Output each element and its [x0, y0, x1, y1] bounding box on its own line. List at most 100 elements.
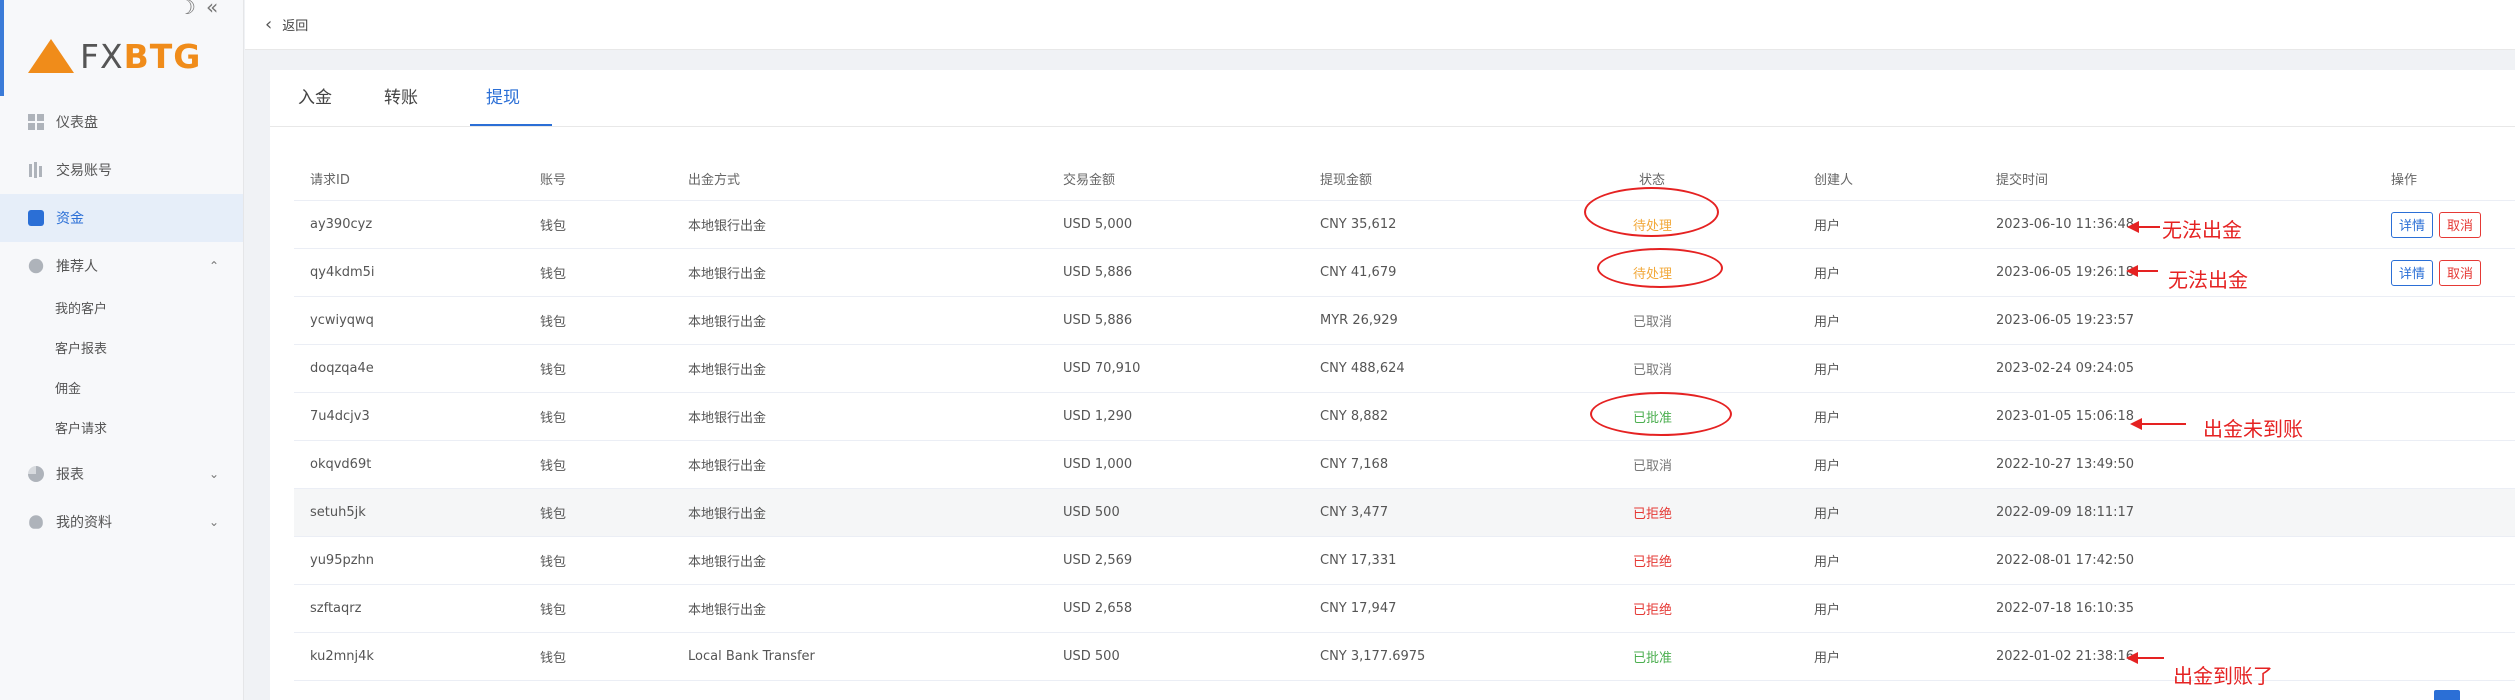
column-header-method[interactable]: 出金方式: [688, 156, 740, 200]
theme-toggle-icon[interactable]: ☽: [178, 0, 196, 17]
cell-submit-time: 2022-08-01 17:42:50: [1996, 553, 2135, 568]
cell-submit-time: 2023-01-05 15:06:18: [1996, 409, 2135, 424]
wallet-icon: [28, 210, 44, 226]
back-button[interactable]: ‹ 返回: [265, 14, 308, 35]
cell-withdraw-amount: CNY 7,168: [1320, 457, 1389, 472]
collapse-sidebar-icon[interactable]: «: [206, 0, 218, 17]
cell-account: 钱包: [540, 363, 567, 378]
cell-creator: 用户: [1814, 219, 1841, 234]
cell-amount: USD 1,290: [1063, 409, 1133, 424]
chevron-up-icon: ⌃: [208, 259, 219, 273]
sidebar-item-funds[interactable]: 资金: [0, 194, 243, 242]
cell-submit-time: 2023-06-05 19:23:57: [1996, 313, 2135, 328]
sidebar-subitem-label: 客户报表: [55, 342, 108, 357]
sidebar-accent-bar: [0, 0, 4, 96]
annotation-arrow-2: [2126, 265, 2158, 277]
cell-status: 已拒绝: [1633, 507, 1673, 522]
cancel-request-button[interactable]: 取消: [2439, 211, 2482, 238]
cell-account: 钱包: [540, 267, 567, 282]
cell-method: 本地银行出金: [688, 267, 767, 282]
tab-bar: 入金 转账 提现: [270, 70, 2515, 127]
chevron-left-icon: ‹: [265, 14, 273, 35]
cell-account: 钱包: [540, 315, 567, 330]
sidebar-subitem-client-requests[interactable]: 客户请求: [55, 420, 107, 440]
cancel-request-button[interactable]: 取消: [2439, 259, 2482, 286]
cell-status: 已取消: [1633, 459, 1673, 474]
chevron-down-icon: ⌄: [208, 467, 219, 481]
sidebar: ☽ « FX BTG 仪表盘 交易账号 资金 推荐人 ⌃ 我的客户 客户报表 佣…: [0, 0, 244, 700]
cell-withdraw-amount: CNY 8,882: [1320, 409, 1389, 424]
annotation-note-2: 无法出金: [2168, 268, 2248, 292]
cell-account: 钱包: [540, 219, 567, 234]
cell-withdraw-amount: MYR 26,929: [1320, 313, 1398, 328]
column-header-request-id[interactable]: 请求ID: [310, 156, 350, 200]
cell-request-id: setuh5jk: [310, 505, 366, 520]
referrer-icon: [28, 258, 44, 274]
logo-text-btg: BTG: [123, 36, 202, 76]
cell-actions: 详情 取消: [2391, 201, 2487, 248]
cell-amount: USD 500: [1063, 649, 1120, 664]
sidebar-item-referrer[interactable]: 推荐人 ⌃: [0, 242, 243, 290]
column-header-account[interactable]: 账号: [540, 156, 566, 200]
sidebar-item-dashboard[interactable]: 仪表盘: [0, 98, 243, 146]
column-header-withdraw-amount[interactable]: 提现金额: [1320, 156, 1372, 200]
cell-request-id: ycwiyqwq: [310, 313, 374, 328]
detail-button[interactable]: 详情: [2391, 259, 2434, 286]
column-header-creator[interactable]: 创建人: [1814, 156, 1853, 200]
sidebar-item-trading-account[interactable]: 交易账号: [0, 146, 243, 194]
profile-icon: [29, 515, 43, 529]
table-row: okqvd69t 钱包 本地银行出金 USD 1,000 CNY 7,168 已取消 用户 2…: [294, 441, 2515, 489]
cell-request-id: ay390cyz: [310, 217, 373, 232]
cell-status: 已批准: [1633, 651, 1673, 666]
cell-submit-time: 2022-10-27 13:49:50: [1996, 457, 2135, 472]
sidebar-item-label: 仪表盘: [56, 115, 98, 131]
cell-request-id: qy4kdm5i: [310, 265, 375, 280]
cell-amount: USD 70,910: [1063, 361, 1141, 376]
cell-submit-time: 2022-07-18 16:10:35: [1996, 601, 2135, 616]
column-header-submit-time[interactable]: 提交时间: [1996, 156, 2048, 200]
cell-method: 本地银行出金: [688, 363, 767, 378]
annotation-note-4: 出金到账了: [2173, 664, 2273, 688]
sidebar-subitem-my-clients[interactable]: 我的客户: [55, 300, 107, 320]
back-label: 返回: [282, 19, 309, 34]
tab-label: 转账: [384, 88, 418, 108]
sidebar-item-label: 资金: [56, 211, 84, 227]
cell-method: 本地银行出金: [688, 603, 767, 618]
sidebar-item-reports[interactable]: 报表 ⌄: [0, 450, 243, 498]
cell-creator: 用户: [1814, 363, 1841, 378]
tab-label: 入金: [298, 88, 332, 108]
tab-withdraw[interactable]: 提现: [470, 70, 552, 126]
tab-transfer[interactable]: 转账: [384, 70, 418, 126]
cell-withdraw-amount: CNY 41,679: [1320, 265, 1397, 280]
cell-submit-time: 2023-02-24 09:24:05: [1996, 361, 2135, 376]
detail-button[interactable]: 详情: [2391, 211, 2434, 238]
annotation-arrow-1: [2127, 221, 2160, 233]
cell-creator: 用户: [1814, 315, 1841, 330]
sidebar-item-my-profile[interactable]: 我的资料 ⌄: [0, 498, 243, 546]
cell-account: 钱包: [540, 459, 567, 474]
sidebar-subitem-client-report[interactable]: 客户报表: [55, 340, 107, 360]
cell-creator: 用户: [1814, 651, 1841, 666]
tab-deposit[interactable]: 入金: [298, 70, 332, 126]
table-header: 请求ID 账号 出金方式 交易金额 提现金额 状态 创建人 提交时间 操作: [294, 156, 2515, 201]
pagination-indicator[interactable]: [2434, 690, 2460, 700]
sidebar-item-label: 报表: [56, 467, 84, 483]
cell-request-id: doqzqa4e: [310, 361, 374, 376]
cell-amount: USD 500: [1063, 505, 1120, 520]
cell-account: 钱包: [540, 651, 567, 666]
cell-creator: 用户: [1814, 411, 1841, 426]
sidebar-subitem-commission[interactable]: 佣金: [55, 380, 81, 400]
column-header-amount[interactable]: 交易金额: [1063, 156, 1115, 200]
cell-request-id: szftaqrz: [310, 601, 362, 616]
table-row: setuh5jk 钱包 本地银行出金 USD 500 CNY 3,477 已拒绝 用户 202…: [294, 489, 2515, 537]
cell-amount: USD 2,658: [1063, 601, 1133, 616]
cell-creator: 用户: [1814, 507, 1841, 522]
cell-account: 钱包: [540, 507, 567, 522]
cell-method: 本地银行出金: [688, 219, 767, 234]
cell-amount: USD 2,569: [1063, 553, 1133, 568]
cell-submit-time: 2023-06-10 11:36:48: [1996, 217, 2135, 232]
cell-status: 已取消: [1633, 363, 1673, 378]
annotation-circle-row2-status: [1597, 248, 1723, 288]
annotation-note-1: 无法出金: [2162, 218, 2242, 242]
cell-actions: 详情 取消: [2391, 249, 2487, 296]
